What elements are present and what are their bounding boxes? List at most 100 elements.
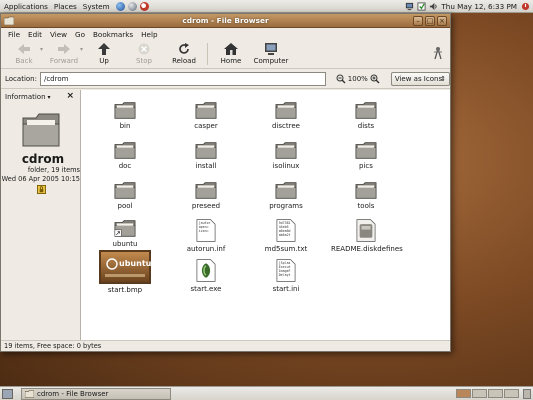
file-item[interactable]: ubuntu — [90, 218, 160, 248]
folder-icon — [25, 389, 34, 398]
workspace-1[interactable] — [456, 389, 471, 398]
folder-icon — [355, 182, 377, 199]
menu-file[interactable]: File — [4, 30, 24, 39]
file-item[interactable]: README.diskdefines — [331, 218, 403, 253]
web-browser-launcher-icon[interactable] — [115, 1, 125, 11]
taskbar-label: cdrom - File Browser — [37, 389, 109, 398]
file-item[interactable]: disctree — [251, 100, 321, 130]
side-pane-header: Information ▾ × — [1, 90, 80, 104]
file-item[interactable]: ubuntu start.bmp — [90, 250, 160, 294]
menu-applications[interactable]: Applications — [0, 2, 51, 11]
toolbar: Back ▾ Forward ▾ Up Stop Reload Home Com… — [1, 41, 450, 69]
file-item[interactable]: pics — [331, 140, 401, 170]
workspace-3[interactable] — [488, 389, 503, 398]
side-pane: Information ▾ × cdrom folder, 19 items W… — [1, 90, 81, 341]
menu-edit[interactable]: Edit — [24, 30, 46, 39]
email-launcher-icon[interactable] — [127, 1, 137, 11]
show-desktop-icon[interactable] — [2, 388, 13, 399]
svg-text:Delayt: Delayt — [279, 273, 291, 277]
location-input[interactable]: /cdrom — [39, 71, 326, 86]
titlebar[interactable]: cdrom - File Browser – □ × — [1, 14, 450, 28]
folder-icon — [355, 142, 377, 159]
file-item[interactable]: casper — [171, 100, 241, 130]
file-name: isolinux — [272, 162, 300, 170]
text-file-icon: 5d738144eb5a6ea6dab6a2f — [276, 219, 296, 242]
file-item[interactable]: isolinux — [251, 140, 321, 170]
zoom-in-icon[interactable] — [370, 74, 380, 84]
close-button[interactable]: × — [437, 16, 447, 26]
chevron-down-icon[interactable]: ▾ — [48, 94, 51, 101]
file-item[interactable]: programs — [251, 180, 321, 210]
window-title: cdrom - File Browser — [182, 16, 269, 25]
forward-label: Forward — [49, 57, 79, 65]
toolbar-separator — [207, 43, 208, 65]
reload-label: Reload — [172, 57, 196, 65]
maximize-button[interactable]: □ — [425, 16, 435, 26]
executable-icon — [196, 259, 216, 282]
forward-button[interactable]: Forward ▾ — [44, 41, 84, 65]
minimize-button[interactable]: – — [413, 16, 423, 26]
menu-view[interactable]: View — [46, 30, 71, 39]
back-history-dropdown[interactable]: ▾ — [40, 46, 43, 53]
text-file-icon: [SplasExecutImageFDelayt — [276, 259, 296, 282]
zoom-level[interactable]: 100% — [348, 75, 368, 83]
stop-label: Stop — [136, 57, 152, 65]
file-name: doc — [118, 162, 132, 170]
up-button[interactable]: Up — [84, 41, 124, 65]
side-pane-selector[interactable]: Information — [5, 93, 46, 101]
logout-icon[interactable] — [521, 2, 530, 11]
reload-button[interactable]: Reload — [164, 41, 204, 65]
zoom-out-icon[interactable] — [336, 74, 346, 84]
file-item[interactable]: install — [171, 140, 241, 170]
text-file-icon: [autoropen=icon= — [196, 219, 216, 242]
file-name: disctree — [272, 122, 300, 130]
up-label: Up — [99, 57, 109, 65]
trash-icon[interactable] — [523, 389, 531, 399]
stop-button[interactable]: Stop — [124, 41, 164, 65]
file-item[interactable]: [Splas Execut ImageF Delayt start.ini — [251, 258, 321, 293]
home-button[interactable]: Home — [211, 41, 251, 65]
file-name: pics — [359, 162, 373, 170]
content-area: Information ▾ × cdrom folder, 19 items W… — [1, 90, 450, 341]
clock[interactable]: Thu May 12, 6:33 PM — [441, 2, 521, 11]
network-monitor-icon[interactable] — [405, 2, 414, 11]
view-mode-select[interactable]: View as Icons ⇕ — [390, 71, 450, 86]
large-folder-icon — [22, 113, 60, 147]
file-item[interactable]: preseed — [171, 180, 241, 210]
file-item[interactable]: doc — [90, 140, 160, 170]
forward-arrow-icon — [58, 44, 70, 54]
file-item[interactable]: [autor open= icon= autorun.inf — [171, 218, 241, 253]
menu-bookmarks[interactable]: Bookmarks — [89, 30, 137, 39]
workspace-2[interactable] — [472, 389, 487, 398]
file-item[interactable]: pool — [90, 180, 160, 210]
folder-icon — [114, 142, 136, 159]
taskbar-button[interactable]: cdrom - File Browser — [21, 387, 171, 400]
volume-icon[interactable] — [429, 2, 438, 11]
icon-view[interactable]: bin casper disctree dists doc install isolinux… — [81, 90, 450, 341]
file-name: bin — [119, 122, 131, 130]
file-name: md5sum.txt — [264, 245, 308, 253]
top-panel: Applications Places System Thu May 12, 6… — [0, 0, 533, 13]
file-item[interactable]: bin — [90, 100, 160, 130]
home-label: Home — [220, 57, 242, 65]
file-item[interactable]: tools — [331, 180, 401, 210]
update-notifier-icon[interactable] — [417, 1, 426, 11]
menu-help[interactable]: Help — [137, 30, 161, 39]
menu-system[interactable]: System — [80, 2, 113, 11]
location-label: Location: — [5, 74, 37, 83]
file-item[interactable]: 5d7381 44eb5 a6ea6d ab6a2f md5sum.txt — [251, 218, 321, 253]
workspace-4[interactable] — [504, 389, 519, 398]
workspace-switcher — [456, 389, 531, 399]
side-pane-close-icon[interactable]: × — [66, 91, 74, 101]
file-item[interactable]: dists — [331, 100, 401, 130]
computer-button[interactable]: Computer — [251, 41, 291, 65]
menu-places[interactable]: Places — [51, 2, 80, 11]
file-name: README.diskdefines — [331, 245, 403, 253]
menu-go[interactable]: Go — [71, 30, 89, 39]
file-item[interactable]: start.exe — [171, 258, 241, 293]
forward-history-dropdown[interactable]: ▾ — [80, 46, 83, 53]
window-controls: – □ × — [413, 16, 447, 26]
back-button[interactable]: Back ▾ — [4, 41, 44, 65]
help-launcher-icon[interactable] — [139, 1, 149, 11]
location-bar: Location: /cdrom 100% View as Icons ⇕ — [1, 69, 450, 89]
